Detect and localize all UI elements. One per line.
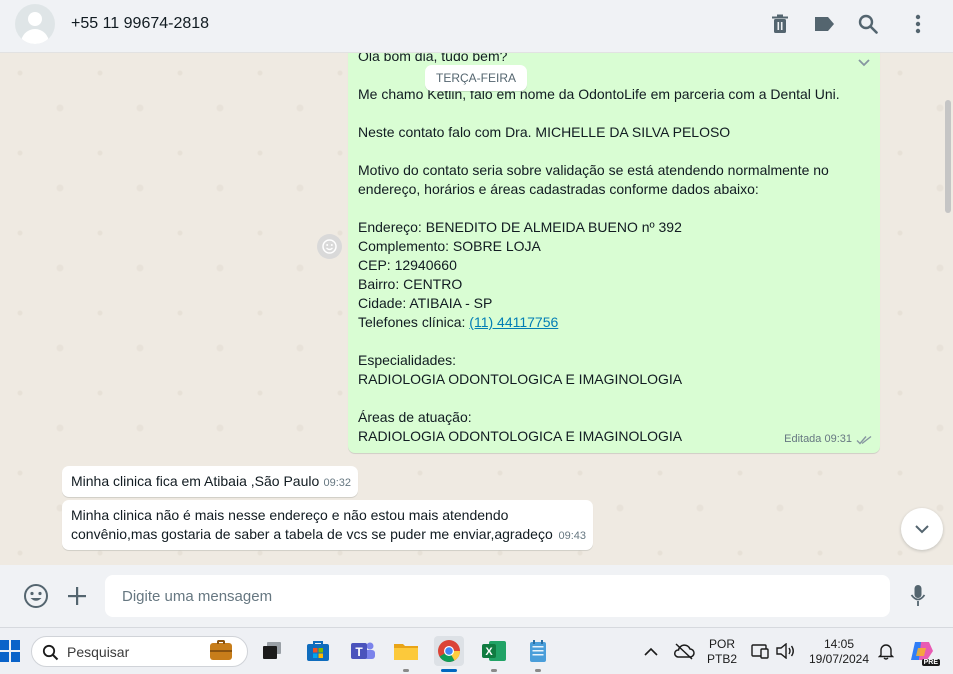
task-view-icon[interactable] xyxy=(257,636,287,666)
clock[interactable]: 14:05 19/07/2024 xyxy=(804,637,874,667)
message-time: 09:32 xyxy=(323,477,351,489)
keyboard-layout: PTB2 xyxy=(706,652,737,666)
message-input[interactable] xyxy=(105,575,890,617)
copilot-icon[interactable]: PRE xyxy=(906,636,940,666)
outgoing-message-text: Olá bom dia, tudo bem? Me chamo Ketlin, … xyxy=(358,53,870,313)
chevron-down-icon xyxy=(915,524,929,533)
message-line: Áreas de atuação: xyxy=(358,409,472,425)
teams-icon[interactable]: T xyxy=(348,636,378,666)
react-emoji-icon[interactable] xyxy=(317,234,342,259)
menu-icon[interactable] xyxy=(906,12,930,36)
file-explorer-icon[interactable] xyxy=(391,636,421,672)
message-line: Endereço: BENEDITO DE ALMEIDA BUENO nº 3… xyxy=(358,219,682,235)
message-line: Motivo do contato seria sobre validação … xyxy=(358,162,829,178)
incoming-message-text: Minha clinica fica em Atibaia ,São Paulo xyxy=(71,473,320,489)
search-icon[interactable] xyxy=(856,12,880,36)
network-icon[interactable] xyxy=(746,636,774,666)
attach-plus-icon[interactable] xyxy=(64,583,90,609)
svg-text:X: X xyxy=(485,646,493,658)
copilot-pre-badge: PRE xyxy=(921,659,940,666)
chevron-down-icon[interactable] xyxy=(858,53,870,72)
phone-link[interactable]: (11) 44117756 xyxy=(469,314,558,330)
message-line: Neste contato falo com Dra. MICHELLE DA … xyxy=(358,124,731,140)
scrollbar[interactable] xyxy=(945,100,951,213)
date-chip: TERÇA-FEIRA xyxy=(425,65,528,91)
outgoing-message[interactable]: Olá bom dia, tudo bem? Me chamo Ketlin, … xyxy=(348,53,880,453)
chevron-up-icon[interactable] xyxy=(638,636,664,666)
chat-header: +55 11 99674-2818 xyxy=(0,0,953,53)
taskbar-search[interactable]: Pesquisar xyxy=(31,636,248,667)
incoming-message[interactable]: Minha clinica fica em Atibaia ,São Paulo… xyxy=(62,466,358,497)
message-line: Cidade: ATIBAIA - SP xyxy=(358,295,493,311)
phone-line: Telefones clínica: (11) 44117756 xyxy=(358,313,870,332)
avatar[interactable] xyxy=(15,4,55,44)
chrome-icon[interactable] xyxy=(434,636,464,672)
incoming-message[interactable]: Minha clinica não é mais nesse endereço … xyxy=(62,500,593,550)
windows-start-icon[interactable] xyxy=(0,640,20,662)
clock-date: 19/07/2024 xyxy=(808,652,870,666)
message-meta: Editada 09:31 xyxy=(784,430,872,449)
emoji-icon[interactable] xyxy=(23,583,49,609)
microsoft-store-icon[interactable] xyxy=(303,636,333,666)
message-line: Bairro: CENTRO xyxy=(358,276,463,292)
language-code: POR xyxy=(708,637,735,651)
notification-bell-icon[interactable] xyxy=(874,636,898,666)
edited-timestamp: Editada 09:31 xyxy=(784,433,852,445)
contact-name[interactable]: +55 11 99674-2818 xyxy=(71,15,209,33)
message-line: Especialidades: xyxy=(358,352,457,368)
trash-icon[interactable] xyxy=(768,12,792,36)
incoming-message-text-continued: convênio,mas gostaria de saber a tabela … xyxy=(71,526,553,542)
microphone-icon[interactable] xyxy=(905,583,931,609)
label-icon[interactable] xyxy=(812,12,836,36)
message-line: RADIOLOGIA ODONTOLOGICA E IMAGINOLOGIA xyxy=(358,371,683,387)
scroll-to-bottom-button[interactable] xyxy=(901,508,943,550)
clock-time: 14:05 xyxy=(823,637,855,651)
search-icon xyxy=(42,644,59,661)
briefcase-icon xyxy=(210,640,232,660)
message-composer xyxy=(0,565,953,627)
keyboard-language[interactable]: POR PTB2 xyxy=(704,637,740,667)
outgoing-message-text-continued: Especialidades: RADIOLOGIA ODONTOLOGICA E… xyxy=(358,332,870,446)
message-line: endereço, horários e áreas cadastradas c… xyxy=(358,181,759,197)
svg-text:T: T xyxy=(355,645,363,659)
windows-taskbar: Pesquisar T X POR PTB2 14:05 19/07/2024 … xyxy=(0,627,953,674)
cloud-offline-icon[interactable] xyxy=(670,636,698,666)
notepad-icon[interactable] xyxy=(523,636,553,672)
message-line: Complemento: SOBRE LOJA xyxy=(358,238,541,254)
message-line: CEP: 12940660 xyxy=(358,257,457,273)
incoming-message-text: Minha clinica não é mais nesse endereço … xyxy=(71,507,509,523)
chat-area[interactable]: Olá bom dia, tudo bem? Me chamo Ketlin, … xyxy=(0,53,953,565)
volume-icon[interactable] xyxy=(772,636,798,666)
phone-label: Telefones clínica: xyxy=(358,314,470,330)
excel-icon[interactable]: X xyxy=(479,636,509,672)
taskbar-search-placeholder: Pesquisar xyxy=(67,643,130,660)
message-time: 09:43 xyxy=(558,530,586,542)
read-ticks-icon xyxy=(856,435,872,445)
